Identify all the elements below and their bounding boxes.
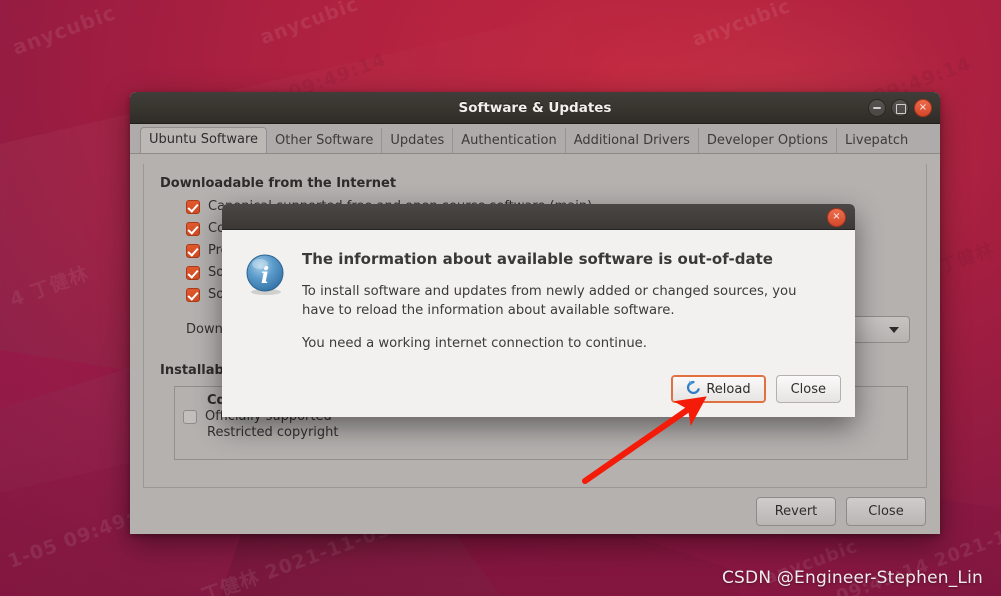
- tab-bar: Ubuntu Software Other Software Updates Auth…: [130, 124, 940, 154]
- dialog-paragraph-2: You need a working internet connection t…: [302, 336, 647, 352]
- reload-button-label: Reload: [706, 381, 751, 397]
- tab-other-software[interactable]: Other Software: [267, 128, 383, 153]
- checkbox-0[interactable]: [186, 199, 200, 214]
- reload-icon: [686, 380, 701, 399]
- tab-updates[interactable]: Updates: [382, 128, 454, 153]
- dialog-footer: Reload Close: [671, 375, 841, 403]
- checkbox-officially-supported[interactable]: [183, 409, 197, 424]
- tab-ubuntu-software[interactable]: Ubuntu Software: [140, 127, 268, 153]
- window-title: Software & Updates: [458, 99, 612, 116]
- tab-label: Livepatch: [845, 133, 909, 148]
- close-icon: ×: [918, 101, 928, 113]
- tab-authentication[interactable]: Authentication: [453, 128, 566, 153]
- tab-developer-options[interactable]: Developer Options: [699, 128, 838, 153]
- tab-label: Authentication: [461, 133, 557, 148]
- checkbox-2[interactable]: [186, 243, 200, 258]
- out-of-date-dialog: × i The information about available soft…: [222, 204, 855, 417]
- dialog-close-button-label: Close: [790, 381, 826, 397]
- reload-button[interactable]: Reload: [671, 375, 766, 403]
- checkbox-3[interactable]: [186, 265, 200, 280]
- revert-button[interactable]: Revert: [756, 497, 836, 526]
- credit-watermark: CSDN @Engineer-Stephen_Lin: [721, 568, 983, 588]
- checkbox-4[interactable]: [186, 287, 200, 302]
- dialog-text-block: The information about available software…: [302, 248, 833, 367]
- window-footer: Revert Close: [130, 488, 940, 534]
- dialog-heading: The information about available software…: [302, 250, 773, 268]
- window-close-footer-button[interactable]: Close: [846, 497, 926, 526]
- dialog-body: i The information about available softwa…: [222, 230, 855, 367]
- checkbox-1[interactable]: [186, 221, 200, 236]
- svg-text:i: i: [261, 263, 269, 289]
- maximize-button[interactable]: [891, 98, 909, 117]
- window-close-button[interactable]: ×: [914, 98, 932, 117]
- tab-label: Additional Drivers: [573, 133, 690, 148]
- tab-label: Ubuntu Software: [149, 132, 259, 147]
- downloadable-section-title: Downloadable from the Internet: [160, 176, 397, 191]
- tab-label: Other Software: [275, 133, 374, 148]
- minimize-button[interactable]: [868, 98, 886, 117]
- dialog-titlebar[interactable]: ×: [222, 204, 855, 230]
- info-icon: i: [244, 252, 288, 296]
- tab-livepatch[interactable]: Livepatch: [837, 128, 916, 153]
- tab-label: Developer Options: [706, 133, 829, 148]
- list-item-label-restricted-copyright: Restricted copyright: [207, 425, 339, 440]
- desktop-screen: anycubicanycubicanycubic11-05 09:49:1411…: [0, 0, 1001, 596]
- dialog-paragraph-1: To install software and updates from new…: [302, 284, 797, 319]
- tab-label: Updates: [390, 133, 445, 148]
- chevron-down-icon: [889, 326, 899, 333]
- dialog-close-button[interactable]: Close: [775, 375, 841, 403]
- window-titlebar[interactable]: Software & Updates ×: [130, 92, 940, 124]
- window-controls: ×: [868, 92, 932, 123]
- tab-additional-drivers[interactable]: Additional Drivers: [566, 128, 699, 153]
- dialog-close-icon[interactable]: ×: [827, 208, 846, 227]
